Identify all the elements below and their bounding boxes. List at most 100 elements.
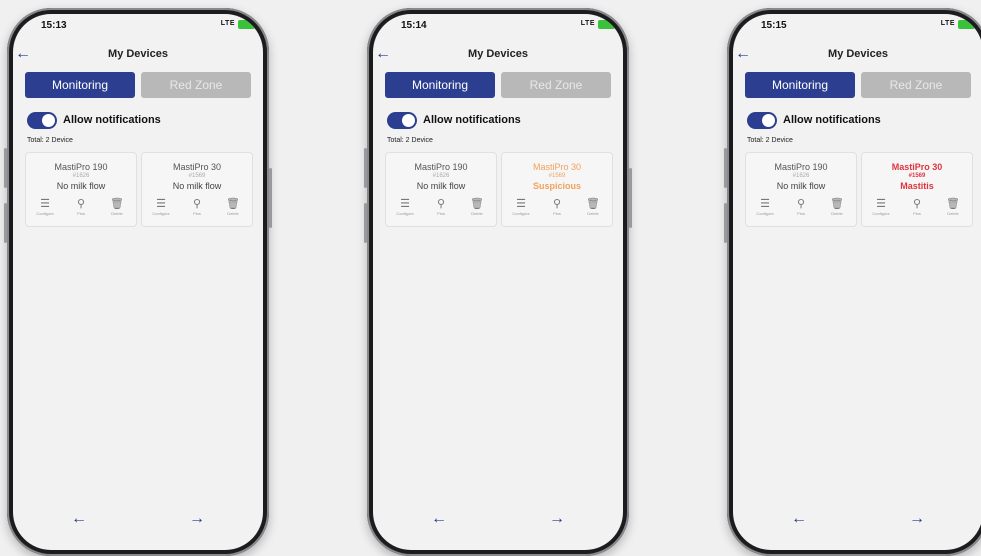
configure-button[interactable]: ☰ Configure [748,198,782,216]
configure-button[interactable]: ☰ Configure [504,198,538,216]
configure-button[interactable]: ☰ Configure [144,198,178,216]
status-bar: 15:13 LTE [13,14,263,36]
card-actions: ☰ Configure ⚲ Pins 🗑 Delete [386,198,496,220]
device-status: Mastitis [900,181,934,191]
device-code: #1569 [908,173,926,179]
action-label: Pins [553,211,561,216]
notifications-label: Allow notifications [63,114,161,126]
device-status: No milk flow [776,181,826,191]
action-label: Configure [512,211,530,216]
device-card[interactable]: MastiPro 190 #1626 No milk flow ☰ Configu… [25,152,137,227]
prev-arrow-icon[interactable]: ← [431,510,447,528]
action-label: Delete [587,211,599,216]
trash-icon: 🗑 [470,198,484,210]
configure-button[interactable]: ☰ Configure [388,198,422,216]
toggle-knob [42,114,55,127]
trash-icon: 🗑 [110,198,124,210]
phone-3: 15:15 LTE ← My Devices Monitoring Red Zo… [724,8,981,556]
nav-bar: ← My Devices [733,44,981,66]
next-arrow-icon[interactable]: → [549,510,565,528]
device-total: Total: 2 Device [27,137,73,144]
pins-button[interactable]: ⚲ Pins [540,198,574,216]
pin-icon: ⚲ [192,198,202,210]
trash-icon: 🗑 [830,198,844,210]
device-total: Total: 2 Device [747,137,793,144]
pin-icon: ⚲ [912,198,922,210]
volume-up-button [364,148,367,188]
notifications-toggle[interactable] [27,112,57,129]
device-card[interactable]: MastiPro 30 #1569 No milk flow ☰ Configur… [141,152,253,227]
device-status: No milk flow [172,181,222,191]
tabs: Monitoring Red Zone [385,72,611,98]
device-card[interactable]: MastiPro 30 #1569 Suspicious ☰ Configure … [501,152,613,227]
toggle-knob [762,114,775,127]
nav-bar: ← My Devices [373,44,623,66]
stage: 15:13 LTE ← My Devices Monitoring Red Zo… [0,0,981,556]
device-card[interactable]: MastiPro 190 #1626 No milk flow ☰ Configu… [745,152,857,227]
delete-button[interactable]: 🗑 Delete [576,198,610,216]
screen: 15:13 LTE ← My Devices Monitoring Red Zo… [13,14,263,550]
device-name: MastiPro 30 [532,162,582,172]
configure-button[interactable]: ☰ Configure [864,198,898,216]
delete-button[interactable]: 🗑 Delete [820,198,854,216]
bottom-nav: ← → [373,510,623,534]
prev-arrow-icon[interactable]: ← [71,510,87,528]
device-code: #1626 [432,173,450,179]
configure-button[interactable]: ☰ Configure [28,198,62,216]
action-label: Pins [77,211,85,216]
sliders-icon: ☰ [40,198,50,210]
toggle-knob [402,114,415,127]
tabs: Monitoring Red Zone [745,72,971,98]
tab-monitoring[interactable]: Monitoring [385,72,495,98]
signal-indicator: LTE [580,20,595,27]
bottom-nav: ← → [733,510,981,534]
delete-button[interactable]: 🗑 Delete [216,198,250,216]
device-card[interactable]: MastiPro 30 #1569 Mastitis ☰ Configure ⚲ P… [861,152,973,227]
status-time: 15:15 [761,20,787,31]
signal-indicator: LTE [940,20,955,27]
battery-icon [238,20,255,29]
action-label: Pins [193,211,201,216]
delete-button[interactable]: 🗑 Delete [100,198,134,216]
action-label: Configure [872,211,890,216]
tab-red-zone[interactable]: Red Zone [861,72,971,98]
volume-up-button [4,148,7,188]
pins-button[interactable]: ⚲ Pins [900,198,934,216]
device-name: MastiPro 190 [774,162,828,172]
tab-red-zone[interactable]: Red Zone [141,72,251,98]
next-arrow-icon[interactable]: → [189,510,205,528]
tab-monitoring[interactable]: Monitoring [25,72,135,98]
prev-arrow-icon[interactable]: ← [791,510,807,528]
status-bar: 15:15 LTE [733,14,981,36]
action-label: Configure [756,211,774,216]
tabs: Monitoring Red Zone [25,72,251,98]
delete-button[interactable]: 🗑 Delete [460,198,494,216]
device-card[interactable]: MastiPro 190 #1626 No milk flow ☰ Configu… [385,152,497,227]
device-name: MastiPro 30 [891,162,943,172]
page-title: My Devices [828,48,888,60]
status-bar: 15:14 LTE [373,14,623,36]
notifications-toggle[interactable] [387,112,417,129]
action-label: Delete [831,211,843,216]
battery-icon [958,20,975,29]
sliders-icon: ☰ [400,198,410,210]
battery-icon [598,20,615,29]
device-code: #1569 [548,173,566,179]
tab-monitoring[interactable]: Monitoring [745,72,855,98]
power-button [269,168,272,228]
sliders-icon: ☰ [760,198,770,210]
action-label: Delete [471,211,483,216]
card-actions: ☰ Configure ⚲ Pins 🗑 Delete [502,198,612,220]
notifications-toggle[interactable] [747,112,777,129]
volume-up-button [724,148,727,188]
card-actions: ☰ Configure ⚲ Pins 🗑 Delete [142,198,252,220]
pins-button[interactable]: ⚲ Pins [784,198,818,216]
pins-button[interactable]: ⚲ Pins [424,198,458,216]
delete-button[interactable]: 🗑 Delete [936,198,970,216]
next-arrow-icon[interactable]: → [909,510,925,528]
tab-red-zone[interactable]: Red Zone [501,72,611,98]
pins-button[interactable]: ⚲ Pins [64,198,98,216]
phone-1: 15:13 LTE ← My Devices Monitoring Red Zo… [4,8,272,556]
pins-button[interactable]: ⚲ Pins [180,198,214,216]
status-time: 15:14 [401,20,427,31]
